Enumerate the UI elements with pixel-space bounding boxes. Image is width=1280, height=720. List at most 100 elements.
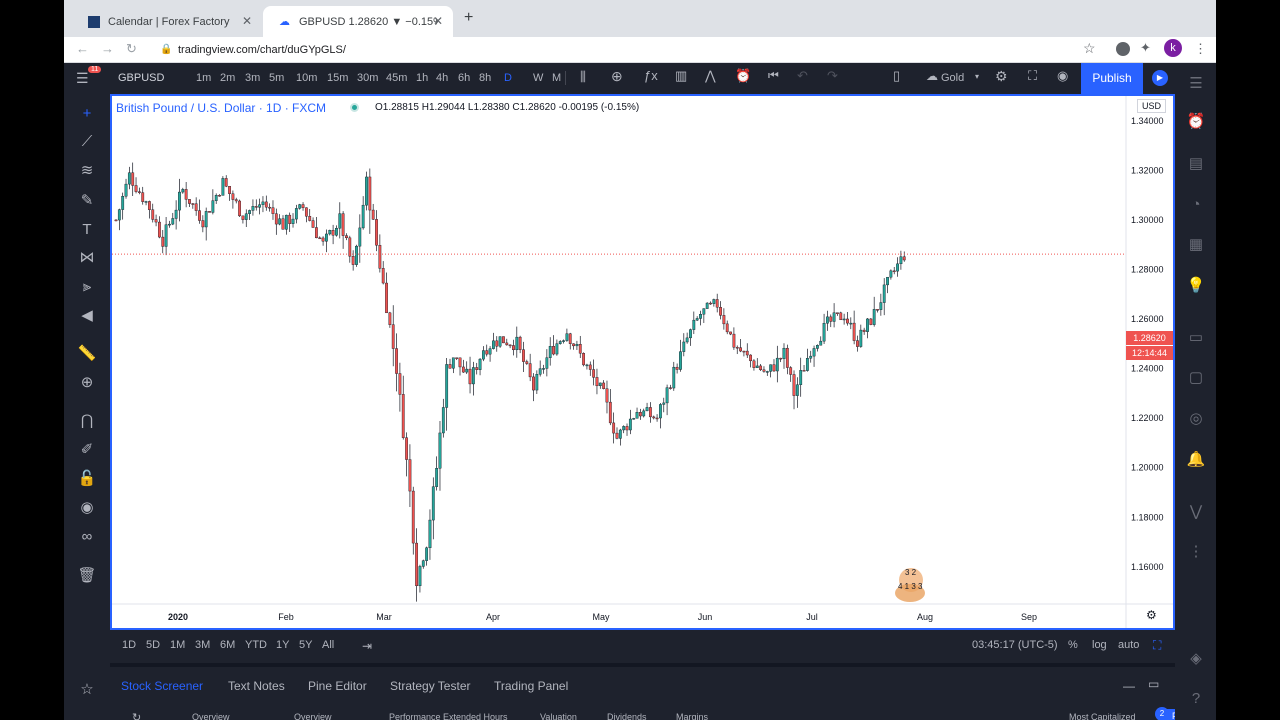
panel-tab-stock-screener[interactable]: Stock Screener [121,679,203,693]
minimize-icon[interactable]: — [1123,679,1135,693]
ideas-icon[interactable]: 💡 [1185,275,1207,297]
star-icon[interactable]: ☆ [1083,40,1096,57]
interval-5m[interactable]: 5m [269,72,284,84]
play-icon[interactable]: ▶ [1152,70,1168,86]
reload-icon[interactable]: ↻ [126,41,137,57]
screener-tab-dividends[interactable]: Dividends [607,712,647,720]
new-tab-button[interactable]: + [464,9,473,27]
clock-time[interactable]: 03:45:17 (UTC-5) [972,639,1058,651]
interval-2m[interactable]: 2m [220,72,235,84]
link-icon[interactable]: ∞ [77,527,97,547]
auto-toggle[interactable]: auto [1118,639,1139,651]
tab-forex-factory[interactable]: Calendar | Forex Factory ✕ [72,6,262,37]
interval-1m[interactable]: 1m [196,72,211,84]
interval-6h[interactable]: 6h [458,72,470,84]
hotlist-icon[interactable]: ◔ [1185,194,1207,216]
range-3m[interactable]: 3M [195,639,210,651]
ruler-icon[interactable]: 📏 [77,344,97,364]
interval-10m[interactable]: 10m [296,72,317,84]
screener-tab-performance[interactable]: Performance [389,712,441,720]
trash-icon[interactable]: 🗑 [77,566,97,586]
screener-tab-overview[interactable]: Overview [192,712,230,720]
interval-4h[interactable]: 4h [436,72,448,84]
range-1m[interactable]: 1M [170,639,185,651]
interval-3m[interactable]: 3m [245,72,260,84]
range-all[interactable]: All [322,639,334,651]
range-1y[interactable]: 1Y [276,639,289,651]
messages-icon[interactable]: ▢ [1185,367,1207,389]
screener-tab-extended-hours[interactable]: Extended Hours [443,712,508,720]
alerts-icon[interactable]: ⏰ [1185,111,1207,133]
interval-w[interactable]: W [533,72,543,84]
watchlist-icon[interactable]: ☰ [1185,73,1207,95]
puzzle-icon[interactable]: ✦ [1140,40,1151,56]
publish-button[interactable]: Publish [1081,63,1143,94]
range-ytd[interactable]: YTD [245,639,267,651]
interval-m[interactable]: M [552,72,561,84]
interval-8h[interactable]: 8h [479,72,491,84]
camera-icon[interactable]: ◉ [1057,68,1068,84]
data-window-icon[interactable]: ▤ [1185,153,1207,175]
sort-select[interactable]: Most Capitalized [1069,712,1136,720]
chevron-down-icon[interactable]: ▾ [975,72,979,81]
symbol-search[interactable]: GBPUSD [118,72,164,84]
layout-icon[interactable]: ▯ [893,68,900,84]
forward-icon[interactable]: → [101,41,114,56]
stay-drawing-icon[interactable]: ✐ [77,440,97,460]
maximize-panel-icon[interactable]: ▭ [1148,677,1159,691]
screener-tab-margins[interactable]: Margins [676,712,708,720]
compare-icon[interactable]: ⊕ [611,68,623,85]
currency-label[interactable]: USD [1137,99,1167,113]
goto-date-icon[interactable]: ⇥ [362,639,372,653]
close-icon[interactable]: ✕ [242,14,252,28]
menu-icon[interactable]: ⋮ [1194,41,1207,57]
screener-tab-valuation[interactable]: Valuation [540,712,577,720]
template-name[interactable]: Gold [941,72,964,84]
panel-tab-strategy-tester[interactable]: Strategy Tester [390,679,470,693]
chart-title[interactable]: British Pound / U.S. Dollar · 1D · FXCM [116,101,326,115]
notifications-icon[interactable]: 🔔 [1185,449,1207,471]
extension-icon[interactable] [1116,42,1130,56]
range-5y[interactable]: 5Y [299,639,312,651]
fib-icon[interactable]: ≋ [77,161,97,181]
layers-icon[interactable]: ◈ [1185,648,1207,670]
interval-30m[interactable]: 30m [357,72,378,84]
indicators-icon[interactable]: ƒx [644,68,658,83]
dom-icon[interactable]: ⋮ [1185,541,1207,563]
prediction-icon[interactable]: ⫸ [77,277,97,297]
range-6m[interactable]: 6M [220,639,235,651]
zoom-icon[interactable]: ⊕ [77,373,97,393]
calendar-icon[interactable]: ▦ [1185,234,1207,256]
eye-icon[interactable]: ◉ [77,498,97,518]
chart-pane[interactable]: 1.34000 1.32000 1.30000 1.28000 1.26000 1.240… [110,94,1175,630]
url-field[interactable]: 🔒 tradingview.com/chart/duGYpGLS/ [158,40,1178,60]
financials-icon[interactable]: ▥ [675,68,687,84]
templates-icon[interactable]: ⋀ [705,68,716,84]
order-panel-icon[interactable]: ⋁ [1185,501,1207,523]
settings-icon[interactable]: ⚙ [1146,608,1157,622]
back-arrow-icon[interactable]: ◀ [77,306,97,326]
percent-toggle[interactable]: % [1068,639,1078,651]
trend-line-icon[interactable]: ⟋ [77,132,97,152]
panel-tab-pine-editor[interactable]: Pine Editor [308,679,367,693]
interval-1h[interactable]: 1h [416,72,428,84]
panel-tab-text-notes[interactable]: Text Notes [228,679,285,693]
maximize-icon[interactable]: ⛶ [1153,638,1161,653]
lock-icon[interactable]: 🔓 [77,469,97,489]
panel-tab-trading-panel[interactable]: Trading Panel [494,679,568,693]
redo-icon[interactable]: ↷ [827,68,838,84]
hamburger-icon[interactable]: ☰ [76,70,89,87]
brush-icon[interactable]: ✎ [77,191,97,211]
interval-45m[interactable]: 45m [386,72,407,84]
favorites-icon[interactable]: ☆ [77,680,97,700]
interval-15m[interactable]: 15m [327,72,348,84]
refresh-icon[interactable]: ↻ [132,711,141,720]
tab-gbpusd[interactable]: ☁ GBPUSD 1.28620 ▼ −0.15% G ✕ [263,6,453,37]
screener-tab-overview[interactable]: Overview [294,712,332,720]
streams-icon[interactable]: ◎ [1185,408,1207,430]
chat-icon[interactable]: ▭ [1185,327,1207,349]
replay-icon[interactable]: ⏮ [768,68,779,83]
alert-icon[interactable]: ⏰ [735,68,751,84]
pattern-icon[interactable]: ⋈ [77,248,97,268]
help-icon[interactable]: ? [1185,688,1207,710]
